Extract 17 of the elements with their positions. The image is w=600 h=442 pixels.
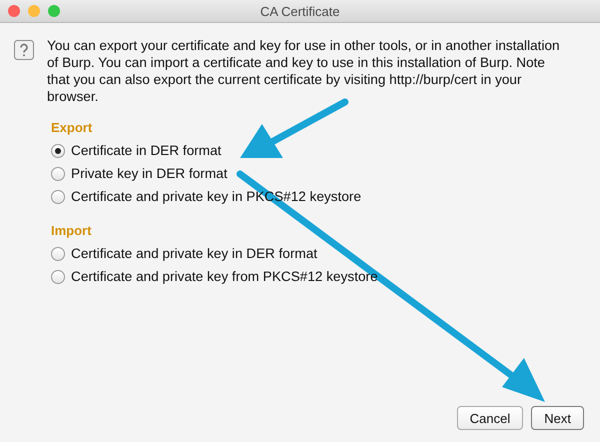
radio-button[interactable] — [51, 246, 65, 260]
radio-button[interactable] — [51, 166, 65, 180]
section-heading: Export — [51, 120, 92, 135]
section-heading: Import — [51, 223, 92, 238]
radio-button[interactable] — [51, 144, 65, 158]
zoom-button[interactable] — [48, 5, 60, 17]
radio-button[interactable] — [51, 270, 65, 284]
next-button[interactable]: Next — [531, 406, 584, 430]
option-label[interactable]: Private key in DER format — [71, 166, 228, 181]
window-title: CA Certificate — [260, 4, 340, 18]
help-icon — [14, 40, 34, 60]
cancel-button[interactable]: Cancel — [456, 406, 524, 430]
radio-button[interactable] — [51, 190, 65, 204]
option-label[interactable]: Certificate in DER format — [71, 143, 222, 158]
info-message: You can export your certificate and key for use in other tools, or in another installation of Burp. You can import a certificate and key to use in this installation of Burp. Note that you can also export the current certificate by visiting http://burp/cert in your browser. — [47, 37, 561, 105]
option-label[interactable]: Certificate and private key in DER format — [71, 246, 318, 261]
close-button[interactable] — [8, 5, 20, 17]
